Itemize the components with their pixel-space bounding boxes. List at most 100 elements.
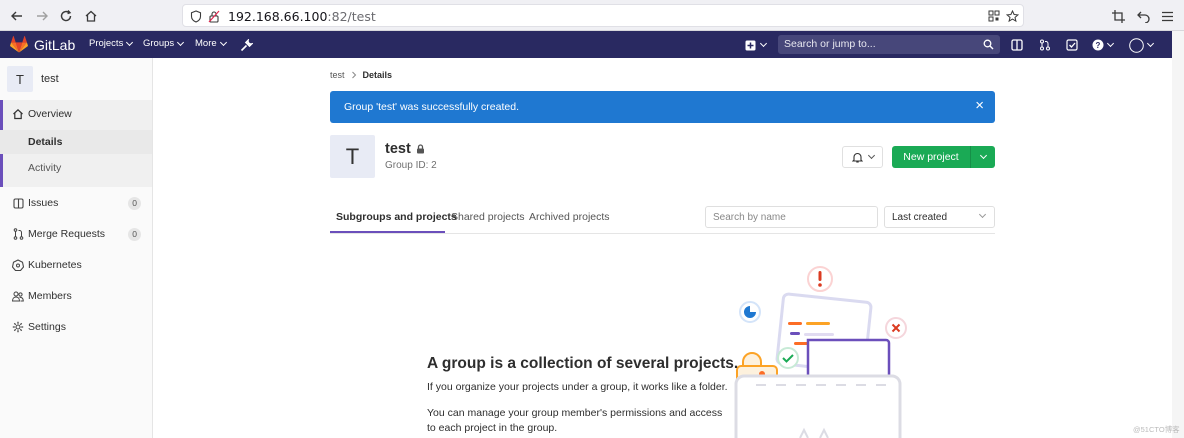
group-id: Group ID: 2 xyxy=(385,160,437,171)
sidebar-item-issues[interactable]: Issues 0 xyxy=(0,191,152,215)
chevron-down-icon xyxy=(759,39,767,48)
todo-check-icon[interactable] xyxy=(1064,37,1080,53)
nav-more-label: More xyxy=(195,38,217,49)
sidebar-item-label: Settings xyxy=(28,321,66,333)
user-menu[interactable] xyxy=(1126,37,1156,53)
empty-state-title: A group is a collection of several proje… xyxy=(427,355,739,372)
group-avatar: T xyxy=(7,66,33,92)
help-dropdown[interactable]: ? xyxy=(1090,37,1114,53)
group-title: test xyxy=(385,141,425,157)
qr-code-icon[interactable] xyxy=(987,9,1001,23)
sidebar-item-kubernetes[interactable]: Kubernetes xyxy=(0,253,152,277)
kubernetes-icon xyxy=(10,259,26,271)
admin-wrench-icon[interactable] xyxy=(238,37,254,53)
notification-dropdown-button[interactable] xyxy=(842,146,883,168)
bookmark-star-icon[interactable] xyxy=(1005,9,1019,23)
menu-icon[interactable] xyxy=(1157,6,1177,26)
breadcrumb-parent-link[interactable]: test xyxy=(330,70,345,80)
active-tab-indicator xyxy=(330,231,445,233)
sort-dropdown[interactable]: Last created xyxy=(884,206,995,228)
address-bar[interactable]: 192.168.66.100:82/test xyxy=(182,4,1024,27)
breadcrumb-current[interactable]: Details xyxy=(363,70,393,80)
nav-projects-label: Projects xyxy=(89,38,124,49)
nav-groups[interactable]: Groups xyxy=(143,38,185,49)
chevron-right-icon xyxy=(351,71,356,79)
new-project-button[interactable]: New project xyxy=(892,146,971,168)
watermark: @51CTO博客 xyxy=(1133,425,1180,434)
plus-square-icon xyxy=(745,40,755,50)
scrollbar[interactable] xyxy=(1172,31,1184,438)
sidebar-item-label: Merge Requests xyxy=(28,228,106,240)
sidebar-item-activity[interactable]: Activity xyxy=(0,156,152,180)
gitlab-logo[interactable]: GitLab xyxy=(10,36,75,53)
chevron-down-icon xyxy=(1106,39,1114,48)
merge-request-nav-icon[interactable] xyxy=(1037,37,1053,53)
chevron-down-icon xyxy=(126,38,134,46)
sidebar-item-label: Overview xyxy=(28,108,72,120)
group-sidebar: T test Overview Details Activity Issues … xyxy=(0,58,153,438)
search-icon xyxy=(983,39,994,50)
home-icon[interactable] xyxy=(81,6,101,26)
new-project-dropdown-toggle[interactable] xyxy=(971,146,995,168)
url-path: :82/test xyxy=(327,9,376,24)
nav-more[interactable]: More xyxy=(195,38,227,49)
sidebar-toggle-icon[interactable] xyxy=(1009,37,1025,53)
filter-by-name-input[interactable]: Search by name xyxy=(705,206,878,228)
chevron-down-icon xyxy=(978,210,987,219)
url-host: 192.168.66.100 xyxy=(228,9,328,24)
flash-notice: Group 'test' was successfully created. × xyxy=(330,91,995,123)
gitlab-tanuki-icon xyxy=(10,36,28,53)
nav-groups-label: Groups xyxy=(143,38,175,49)
new-project-split-button: New project xyxy=(892,146,995,168)
chevron-down-icon xyxy=(219,38,227,46)
close-icon[interactable]: × xyxy=(975,97,984,115)
back-arrow-icon[interactable] xyxy=(7,6,27,26)
flash-message: Group 'test' was successfully created. xyxy=(344,101,519,113)
sidebar-item-overview[interactable]: Overview xyxy=(0,102,152,126)
overview-section: Overview Details Activity xyxy=(0,100,152,187)
svg-text:?: ? xyxy=(1095,41,1100,50)
insecure-lock-icon[interactable] xyxy=(207,9,221,23)
forward-arrow-icon[interactable] xyxy=(32,6,52,26)
shield-icon[interactable] xyxy=(189,9,203,23)
group-avatar-large: T xyxy=(330,135,375,178)
search-placeholder: Search or jump to... xyxy=(784,38,876,50)
screenshot-icon[interactable] xyxy=(1108,6,1128,26)
url-text: 192.168.66.100:82/test xyxy=(228,9,376,24)
sidebar-item-label: Details xyxy=(28,136,63,148)
user-avatar-icon xyxy=(1129,37,1144,53)
merge-request-icon xyxy=(10,228,26,240)
sidebar-item-label: Issues xyxy=(28,197,59,209)
chevron-down-icon xyxy=(177,38,185,46)
tab-subgroups-and-projects[interactable]: Subgroups and projects xyxy=(336,211,457,223)
logo-text: GitLab xyxy=(34,36,76,53)
search-input[interactable]: Search or jump to... xyxy=(778,35,1000,54)
filter-placeholder: Search by name xyxy=(713,212,786,223)
sidebar-group-name: test xyxy=(41,73,59,85)
browser-toolbar: 192.168.66.100:82/test xyxy=(0,0,1184,31)
sidebar-item-label: Kubernetes xyxy=(28,259,82,271)
issues-icon xyxy=(10,197,26,209)
mr-count-badge: 0 xyxy=(128,227,141,241)
help-icon: ? xyxy=(1092,39,1103,51)
tab-shared-projects[interactable]: Shared projects xyxy=(451,211,525,223)
bell-icon xyxy=(851,152,863,163)
nav-projects[interactable]: Projects xyxy=(89,38,134,49)
sidebar-group-header[interactable]: T test xyxy=(7,66,59,92)
group-name: test xyxy=(385,141,411,157)
reload-icon[interactable] xyxy=(56,6,76,26)
new-item-dropdown[interactable] xyxy=(742,37,768,53)
issues-count-badge: 0 xyxy=(128,196,141,210)
sidebar-item-settings[interactable]: Settings xyxy=(0,315,152,339)
members-icon xyxy=(10,291,26,302)
sidebar-item-label: Members xyxy=(28,290,72,302)
settings-icon xyxy=(10,321,26,333)
empty-state-text: If you organize your projects under a gr… xyxy=(427,381,728,393)
lock-icon xyxy=(416,144,424,154)
sidebar-item-merge-requests[interactable]: Merge Requests 0 xyxy=(0,222,152,246)
tab-archived-projects[interactable]: Archived projects xyxy=(529,211,610,223)
sidebar-item-members[interactable]: Members xyxy=(0,284,152,308)
top-navbar: GitLab Projects Groups More Search or ju… xyxy=(0,31,1172,58)
sidebar-item-details[interactable]: Details xyxy=(0,130,152,154)
undo-icon[interactable] xyxy=(1133,6,1153,26)
